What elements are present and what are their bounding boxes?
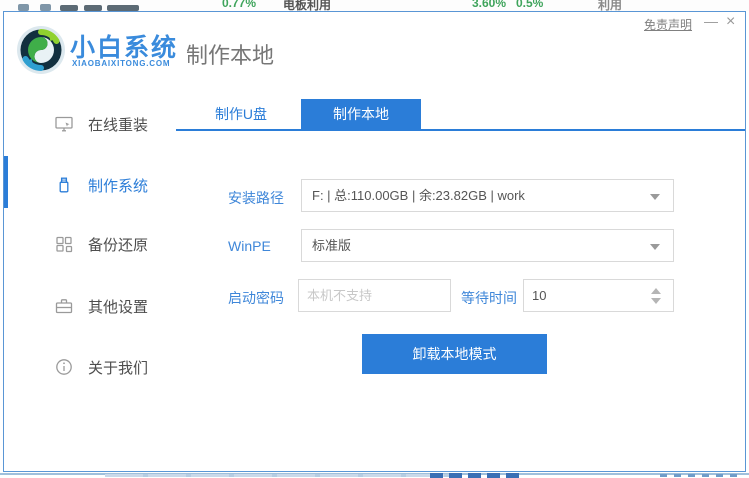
app-window: 小白系统 XIAOBAIXITONG.COM 制作本地 免责声明 — × 在线重… [3,11,746,472]
boot-password-input[interactable] [298,279,451,312]
background-segment [660,474,667,477]
background-icon-stub [40,4,51,11]
background-segment [487,473,500,478]
boot-password-label: 启动密码 [228,290,284,306]
stepper-up-icon[interactable] [651,288,661,294]
sidebar-item-backup-restore[interactable]: 备份还原 [4,229,179,259]
background-window-text-fragment: 电板利用 [283,0,332,11]
background-segment [716,474,723,477]
sidebar-item-online-reinstall[interactable]: 在线重装 [4,109,179,139]
winpe-label: WinPE [228,238,271,254]
winpe-value: 标准版 [312,238,352,253]
background-taskbar-edge [0,472,749,478]
info-circle-icon [54,357,74,377]
background-window-text-fragment: 3.60% [472,0,507,10]
background-segment [430,473,443,478]
sidebar-item-label: 在线重装 [88,116,149,134]
minimize-button[interactable]: — [704,13,718,29]
winpe-select[interactable]: 标准版 [301,229,674,262]
background-segment [730,474,737,477]
disclaimer-link[interactable]: 免责声明 [644,16,692,33]
monitor-reinstall-icon [54,114,74,134]
uninstall-local-mode-button[interactable]: 卸载本地模式 [362,334,547,374]
sidebar-item-label: 关于我们 [88,359,149,377]
wait-time-stepper[interactable] [650,286,662,306]
background-window-edge: 0.77% 电板利用 3.60% 0.5% 利用 [0,0,749,11]
brand-domain: XIAOBAIXITONG.COM [72,59,171,68]
screen: 0.77% 电板利用 3.60% 0.5% 利用 小白系统 XIAOBAIXIT… [0,0,749,478]
install-path-label: 安装路径 [228,190,284,206]
usb-drive-icon [54,175,74,195]
sidebar-item-make-system[interactable]: 制作系统 [4,170,179,200]
install-path-select[interactable]: F: | 总:110.00GB | 余:23.82GB | work [301,179,674,212]
background-segment [674,474,681,477]
background-segment [468,473,481,478]
sidebar-item-about-us[interactable]: 关于我们 [4,352,179,382]
chevron-down-icon [650,194,660,200]
stepper-down-icon[interactable] [651,298,661,304]
tab-make-usb[interactable]: 制作U盘 [181,99,301,129]
background-segment [702,474,709,477]
background-window-text-fragment: 0.5% [516,0,544,10]
app-logo-icon [16,25,66,75]
sidebar-item-label: 备份还原 [88,236,149,254]
background-segment [449,473,462,478]
backup-blocks-icon [54,234,74,254]
sidebar-item-label: 其他设置 [88,298,149,316]
background-icon-stub [18,4,29,11]
tab-make-local[interactable]: 制作本地 [301,99,421,129]
install-path-value: F: | 总:110.00GB | 余:23.82GB | work [312,188,525,203]
page-title: 制作本地 [186,43,275,68]
sidebar-item-label: 制作系统 [88,177,149,195]
sidebar-item-other-settings[interactable]: 其他设置 [4,291,179,321]
toolbox-icon [54,296,74,316]
background-window-text-fragment: 利用 [598,0,623,11]
background-segment [688,474,695,477]
wait-time-label: 等待时间 [461,290,517,306]
background-segment [506,473,519,478]
close-button[interactable]: × [726,13,735,31]
tab-underline [176,129,745,131]
background-segment [105,474,460,477]
background-window-text-fragment: 0.77% [222,0,257,10]
chevron-down-icon [650,244,660,250]
